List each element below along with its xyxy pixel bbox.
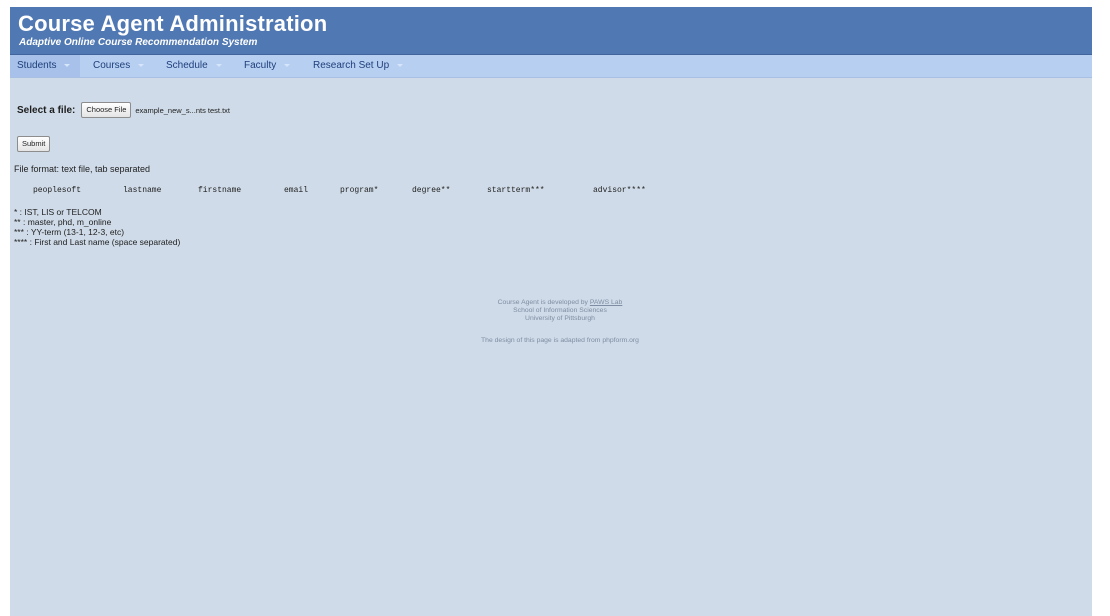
format-notes: * : IST, LIS or TELCOM ** : master, phd,… [14, 207, 180, 247]
column-lastname: lastname [123, 186, 162, 195]
paws-lab-link[interactable]: PAWS Lab [590, 299, 623, 306]
nav-item-research-set-up[interactable]: Research Set Up [313, 55, 404, 77]
note-advisor: **** : First and Last name (space separa… [14, 237, 181, 247]
footer-spacer [410, 323, 710, 337]
page-footer: Course Agent is developed by PAWS Lab Sc… [410, 299, 710, 345]
nav-item-courses[interactable]: Courses [93, 55, 145, 77]
footer-credit-text: Course Agent is developed by [497, 299, 590, 306]
file-columns-row: peoplesoft lastname firstname email prog… [10, 186, 710, 198]
selected-file-name: example_new_s...nts test.txt [135, 105, 231, 115]
nav-item-faculty[interactable]: Faculty [244, 55, 291, 77]
nav-item-schedule[interactable]: Schedule [166, 55, 222, 77]
footer-credit-line: Course Agent is developed by PAWS Lab [410, 299, 710, 307]
file-format-description: File format: text file, tab separated [14, 164, 151, 174]
footer-university: University of Pittsburgh [525, 315, 595, 322]
nav-label-research-set-up: Research Set Up [313, 60, 390, 71]
header-banner: Course Agent Administration Adaptive Onl… [10, 7, 1092, 55]
main-navigation: Students Courses Schedule Faculty Resear… [10, 55, 1092, 78]
column-startterm: startterm*** [487, 186, 545, 195]
chevron-down-icon [284, 63, 291, 67]
nav-label-schedule: Schedule [166, 60, 208, 71]
chevron-down-icon [215, 63, 222, 67]
page-subtitle: Adaptive Online Course Recommendation Sy… [19, 37, 258, 48]
note-degree: ** : master, phd, m_online [14, 217, 112, 227]
column-peoplesoft: peoplesoft [33, 186, 82, 195]
note-startterm: *** : YY-term (13-1, 12-3, etc) [14, 227, 125, 237]
page-content: Course Agent Administration Adaptive Onl… [10, 7, 1092, 616]
column-degree: degree** [412, 186, 451, 195]
chevron-down-icon [64, 63, 71, 67]
chevron-down-icon [138, 63, 145, 67]
column-firstname: firstname [198, 186, 242, 195]
submit-button[interactable]: Submit [17, 136, 51, 152]
column-email: email [284, 186, 309, 195]
note-program: * : IST, LIS or TELCOM [14, 207, 102, 217]
nav-item-students[interactable]: Students [10, 55, 80, 77]
file-select-label: Select a file: [17, 104, 76, 116]
nav-label-courses: Courses [93, 60, 131, 71]
nav-label-students: Students [17, 60, 57, 71]
choose-file-button[interactable]: Choose File [81, 102, 132, 118]
column-program: program* [340, 186, 379, 195]
file-upload-row: Select a file: Choose File example_new_s… [17, 101, 230, 119]
page-title: Course Agent Administration [18, 11, 328, 36]
column-advisor: advisor**** [593, 186, 646, 195]
footer-school: School of Information Sciences [513, 307, 607, 314]
chevron-down-icon [397, 63, 404, 67]
footer-design-credit: The design of this page is adapted from … [481, 337, 639, 344]
nav-label-faculty: Faculty [244, 60, 277, 71]
